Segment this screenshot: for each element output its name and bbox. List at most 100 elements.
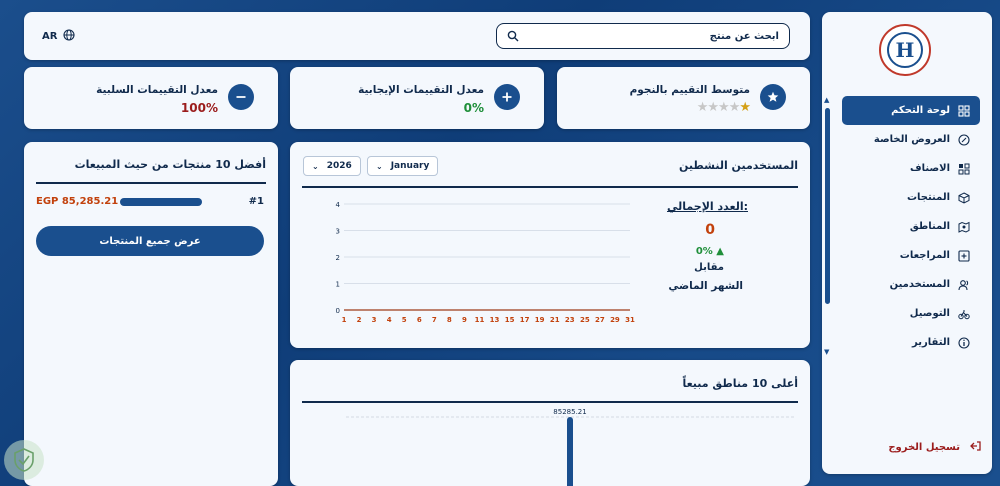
- box-icon: [958, 191, 970, 204]
- top-regions-title: أعلى 10 مناطق مبيعاً: [682, 377, 798, 390]
- x-tick-label: 29: [610, 316, 620, 324]
- region-bar: [567, 417, 573, 486]
- negative-reviews-title: معدل التقييمات السلبية: [96, 84, 218, 96]
- logout-button[interactable]: تسجيل الخروج: [862, 440, 982, 455]
- x-tick-label: 19: [535, 316, 545, 324]
- year-value: 2026: [326, 161, 352, 171]
- sidebar-item-8[interactable]: التقارير: [842, 328, 980, 357]
- arrow-up-icon: ▲: [716, 246, 724, 257]
- month-select[interactable]: ⌄ January: [367, 156, 439, 176]
- top-products-card: أفضل 10 منتجات من حيث المبيعات #1 EGP 85…: [24, 142, 278, 486]
- sidebar-item-2[interactable]: الاصناف: [842, 154, 980, 183]
- product-sales-bar: [120, 198, 202, 206]
- y-tick-label: 3: [336, 228, 340, 236]
- product-sales-value: EGP 85,285.21: [36, 196, 119, 207]
- scroll-up-icon[interactable]: ▲: [824, 96, 829, 104]
- sidebar-item-1[interactable]: العروض الخاصة: [842, 125, 980, 154]
- negative-reviews-value: 100%: [180, 101, 218, 115]
- search-input[interactable]: ابحث عن منتج: [496, 23, 790, 49]
- scroll-down-icon[interactable]: ▼: [824, 348, 829, 356]
- star-5: ★: [739, 100, 751, 115]
- users-icon: [958, 279, 970, 291]
- pharmacy-logo: H: [879, 24, 931, 76]
- minus-icon: [228, 84, 254, 110]
- stat-card-star-rating: متوسط التقييم بالنجوم ★★★★★: [557, 67, 810, 129]
- star-icon: [760, 84, 786, 110]
- x-tick-label: 1: [342, 316, 347, 324]
- x-tick-label: 27: [595, 316, 605, 324]
- total-label: العدد الإجمالي:: [667, 200, 748, 213]
- x-tick-label: 11: [475, 316, 485, 324]
- change-value: 0%: [695, 246, 713, 257]
- star-3: ★: [718, 100, 730, 115]
- month-value: January: [390, 161, 430, 171]
- view-all-products-button[interactable]: عرض جميع المنتجات: [36, 226, 264, 256]
- globe-icon: [63, 29, 76, 44]
- divider: [302, 401, 798, 403]
- sidebar-item-label: التقارير: [912, 337, 950, 348]
- active-users-card: المستخدمين النشطين ⌄ January ⌄ 2026 0 1 2 3…: [290, 142, 810, 348]
- map-icon: [958, 221, 970, 233]
- sidebar-item-label: المناطق: [909, 221, 950, 232]
- percent-icon: [958, 133, 970, 146]
- top-header: ابحث عن منتج AR: [24, 12, 810, 60]
- stat-card-positive-reviews: معدل التقييمات الإيجابية 0%: [290, 67, 544, 129]
- x-tick-label: 6: [417, 316, 422, 324]
- x-tick-label: 2: [357, 316, 362, 324]
- sidebar-item-6[interactable]: المستخدمين: [842, 270, 980, 299]
- bar-data-label: 85285.21: [553, 408, 586, 416]
- language-label: AR: [42, 31, 58, 42]
- info-icon: [958, 336, 970, 349]
- top-products-title: أفضل 10 منتجات من حيث المبيعات: [74, 158, 266, 171]
- x-tick-label: 13: [490, 316, 500, 324]
- sidebar-item-4[interactable]: المناطق: [842, 212, 980, 241]
- positive-reviews-value: 0%: [463, 101, 484, 115]
- sidebar-nav: لوحة التحكم العروض الخاصة الاصناف المنتجات ا…: [842, 96, 980, 357]
- star-rating-stars: ★★★★★: [696, 100, 751, 115]
- year-select[interactable]: ⌄ 2026: [303, 156, 361, 176]
- positive-reviews-title: معدل التقييمات الإيجابية: [358, 84, 484, 96]
- x-tick-label: 31: [625, 316, 635, 324]
- x-tick-label: 21: [550, 316, 560, 324]
- sidebar-item-3[interactable]: المنتجات: [842, 183, 980, 212]
- review-icon: [958, 249, 970, 262]
- sidebar: H ▲ ▼ لوحة التحكم العروض الخاصة الاصناف الم…: [822, 12, 992, 474]
- top-regions-card: أعلى 10 مناطق مبيعاً 85285.21: [290, 360, 810, 486]
- bike-icon: [958, 308, 970, 320]
- search-placeholder: ابحث عن منتج: [709, 30, 779, 42]
- vs-label: مقابل: [694, 262, 724, 273]
- divider: [302, 186, 798, 188]
- sidebar-item-label: المراجعات: [899, 250, 950, 261]
- star-rating-title: متوسط التقييم بالنجوم: [629, 84, 750, 96]
- logout-icon: [970, 440, 982, 455]
- last-month-label: الشهر الماضي: [668, 280, 743, 292]
- star-1: ★: [696, 100, 709, 115]
- grid-icon: [958, 104, 970, 117]
- sidebar-item-5[interactable]: المراجعات: [842, 241, 980, 270]
- search-icon: [507, 27, 519, 46]
- sidebar-item-label: التوصيل: [909, 308, 950, 319]
- x-tick-label: 17: [520, 316, 530, 324]
- language-switcher[interactable]: AR: [42, 29, 76, 44]
- y-tick-label: 1: [336, 281, 340, 289]
- top-regions-chart: 85285.21: [346, 408, 796, 486]
- star-2: ★: [707, 100, 719, 115]
- x-tick-label: 9: [462, 316, 467, 324]
- plus-icon: [494, 84, 520, 110]
- chevron-down-icon: ⌄: [312, 161, 319, 171]
- x-tick-label: 25: [580, 316, 590, 324]
- x-tick-label: 15: [505, 316, 515, 324]
- sidebar-item-7[interactable]: التوصيل: [842, 299, 980, 328]
- divider: [36, 182, 266, 184]
- x-tick-label: 5: [402, 316, 407, 324]
- sidebar-item-label: العروض الخاصة: [873, 134, 950, 145]
- sidebar-scrollbar[interactable]: [825, 108, 830, 304]
- chevron-down-icon: ⌄: [376, 161, 383, 171]
- sidebar-item-0[interactable]: لوحة التحكم: [842, 96, 980, 125]
- x-tick-label: 8: [447, 316, 452, 324]
- total-value: 0: [705, 222, 715, 238]
- active-users-chart: 012341 2 3 4 5 6 7 8 9 11 13 15 17 19 21 23 25 27 29 31: [336, 201, 635, 324]
- change-percent: 0% ▲: [696, 246, 724, 257]
- star-4: ★: [728, 100, 741, 115]
- active-users-title: المستخدمين النشطين: [679, 159, 798, 172]
